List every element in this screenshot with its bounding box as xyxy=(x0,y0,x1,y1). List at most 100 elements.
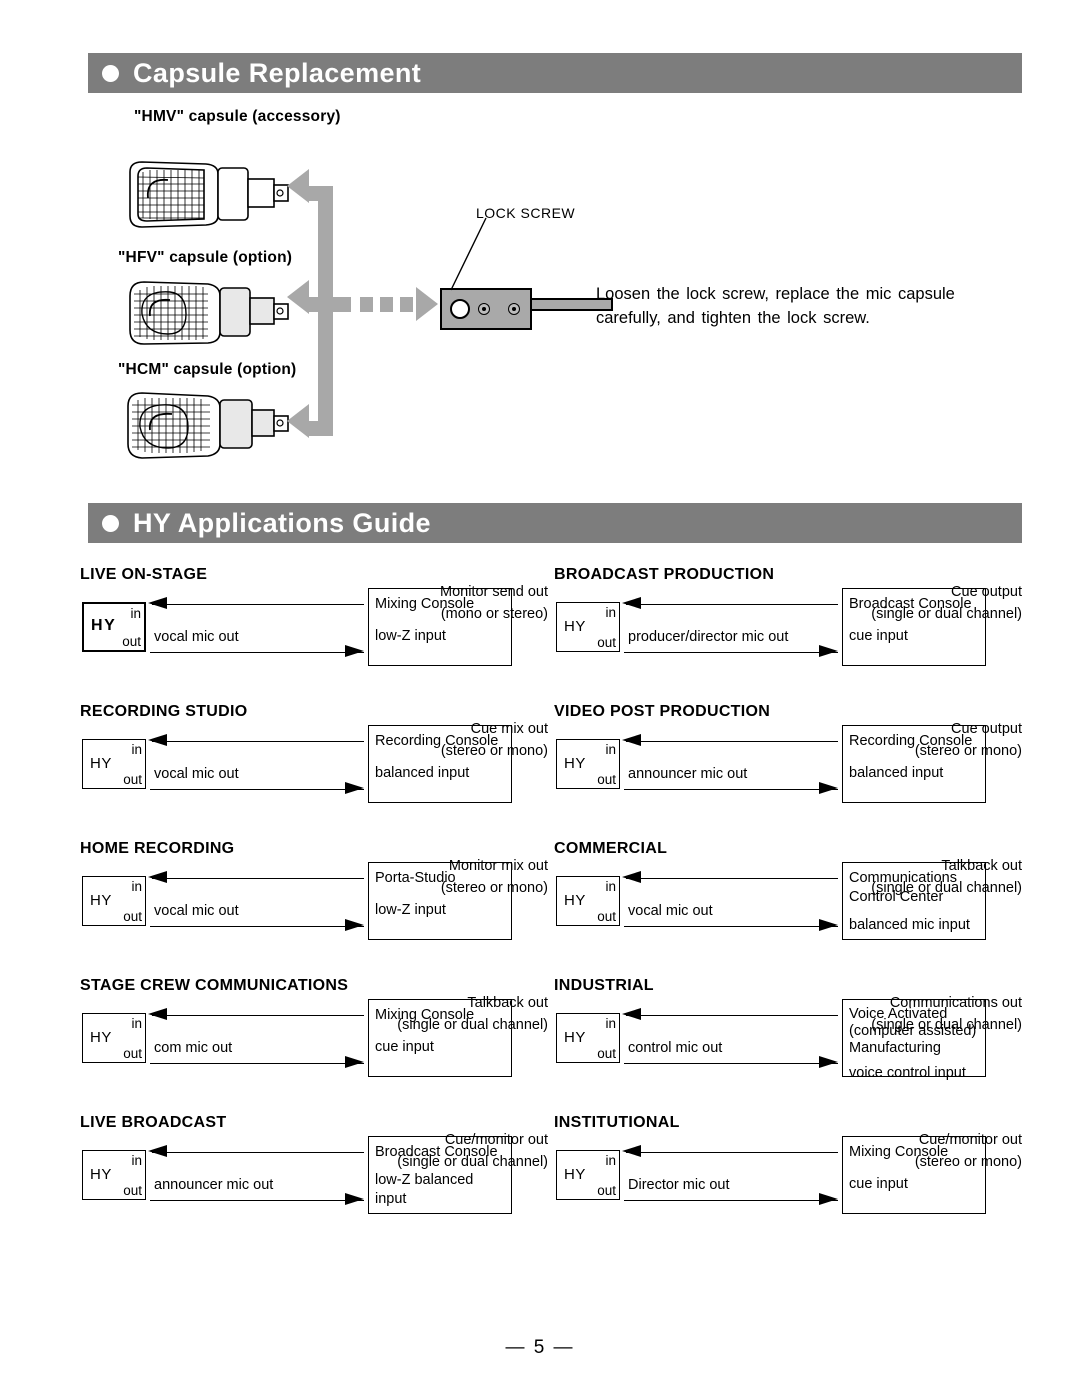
hy-in-port-label: in xyxy=(605,605,616,620)
section-title: HY Applications Guide xyxy=(133,507,431,538)
hy-unit-box: HY in out xyxy=(556,602,620,652)
destination-line: Porta-Studio xyxy=(375,870,456,886)
hy-label: HY xyxy=(90,755,112,772)
hy-label: HY xyxy=(564,892,586,909)
arrowhead-outbound-icon xyxy=(345,782,364,794)
destination-line: Broadcast Console xyxy=(849,596,972,612)
arrow-stub-right xyxy=(333,297,351,312)
arrowhead-to-mic-body-icon xyxy=(416,287,438,321)
application-row: LIVE BROADCAST HY in out Cue/monitor out (sin… xyxy=(0,1114,1080,1251)
arrowhead-inbound-icon xyxy=(148,871,167,883)
arrowhead-to-hfv-icon xyxy=(287,280,309,314)
application-diagram: LIVE ON-STAGE HY in out Monitor send out (mon… xyxy=(80,566,550,703)
destination-line: voice control input xyxy=(849,1065,966,1082)
signal-line-outbound xyxy=(150,1063,364,1064)
hy-out-port-label: out xyxy=(123,1183,142,1198)
destination-line: balanced mic input xyxy=(849,917,970,934)
arrowhead-inbound-icon xyxy=(148,1145,167,1157)
destination-device-box: Voice Activated (computer assisted) Manufa… xyxy=(842,999,986,1081)
capsule-label-hcm: "HCM" capsule (option) xyxy=(118,361,297,378)
hy-in-port-label: in xyxy=(131,1016,142,1031)
application-title: COMMERCIAL xyxy=(554,840,668,857)
application-row: STAGE CREW COMMUNICATIONS HY in out Talkback… xyxy=(0,977,1080,1114)
instruction-text: Loosen the lock screw, replace the mic c… xyxy=(596,285,955,327)
destination-line: low-Z balanced xyxy=(375,1172,474,1189)
hy-in-port-label: in xyxy=(605,742,616,757)
hy-unit-box: HY in out xyxy=(556,1013,620,1063)
destination-line: Voice Activated xyxy=(849,1006,948,1022)
arrowhead-inbound-icon xyxy=(148,734,167,746)
lock-screw-label: LOCK SCREW xyxy=(476,205,576,221)
applications-grid: LIVE ON-STAGE HY in out Monitor send out (mon… xyxy=(0,566,1080,1251)
application-diagram: INDUSTRIAL HY in out Communications out (sing… xyxy=(554,977,1024,1114)
lock-screw-icon xyxy=(450,299,470,319)
capsule-illustration-hfv xyxy=(129,281,289,345)
arrowhead-outbound-icon xyxy=(345,645,364,657)
section-header-hy-applications-guide: HY Applications Guide xyxy=(88,503,1022,543)
application-diagram: RECORDING STUDIO HY in out Cue mix out (stere… xyxy=(80,703,550,840)
arrowhead-inbound-icon xyxy=(622,734,641,746)
application-title: RECORDING STUDIO xyxy=(80,703,248,720)
application-title: VIDEO POST PRODUCTION xyxy=(554,703,771,720)
hy-label: HY xyxy=(564,618,586,635)
destination-line: low-Z input xyxy=(375,902,446,919)
arrow-branch-middle xyxy=(308,297,333,312)
destination-line: Mixing Console xyxy=(375,596,475,612)
hy-out-port-label: out xyxy=(122,634,141,649)
signal-line-outbound xyxy=(624,926,838,927)
signal-line-inbound xyxy=(152,878,364,879)
destination-device-box: Mixing Console low-Z input xyxy=(368,588,512,666)
arrowhead-outbound-icon xyxy=(819,1193,838,1205)
destination-line: Control Center xyxy=(849,889,944,906)
arrow-branch-bottom xyxy=(308,421,333,436)
signal-line-outbound xyxy=(624,652,838,653)
hy-out-port-label: out xyxy=(123,1046,142,1061)
hy-unit-box: HY in out xyxy=(556,1150,620,1200)
hy-in-port-label: in xyxy=(605,1153,616,1168)
signal-line-inbound xyxy=(152,741,364,742)
application-row: RECORDING STUDIO HY in out Cue mix out (stere… xyxy=(0,703,1080,840)
signal-line-inbound xyxy=(626,741,838,742)
bullet-icon xyxy=(102,514,119,532)
hy-out-port-label: out xyxy=(597,909,616,924)
arrowhead-outbound-icon xyxy=(819,919,838,931)
arrowhead-outbound-icon xyxy=(819,645,838,657)
signal-line-inbound xyxy=(626,604,838,605)
screw-icon-2 xyxy=(478,303,490,315)
application-diagram: COMMERCIAL HY in out Talkback out (single or … xyxy=(554,840,1024,977)
destination-line: Mixing Console xyxy=(849,1144,949,1160)
outbound-signal-label: control mic out xyxy=(628,1040,723,1056)
arrowhead-outbound-icon xyxy=(345,919,364,931)
signal-line-inbound xyxy=(152,604,364,605)
signal-line-outbound xyxy=(150,652,364,653)
outbound-signal-label: vocal mic out xyxy=(628,903,713,919)
hy-in-port-label: in xyxy=(131,742,142,757)
hy-label: HY xyxy=(564,1166,586,1183)
arrowhead-inbound-icon xyxy=(622,1145,641,1157)
outbound-signal-label: vocal mic out xyxy=(154,629,239,645)
capsule-illustration-hmv xyxy=(129,161,289,228)
hy-out-port-label: out xyxy=(123,772,142,787)
outbound-signal-label: vocal mic out xyxy=(154,766,239,782)
hy-label: HY xyxy=(90,1029,112,1046)
destination-line: Recording Console xyxy=(849,733,973,749)
signal-line-inbound xyxy=(152,1015,364,1016)
arrow-branch-top xyxy=(308,186,333,201)
signal-line-outbound xyxy=(150,1200,364,1201)
destination-line: Manufacturing xyxy=(849,1039,941,1056)
arrowhead-inbound-icon xyxy=(622,871,641,883)
destination-line: balanced input xyxy=(849,765,944,782)
arrowhead-inbound-icon xyxy=(148,1008,167,1020)
signal-line-outbound xyxy=(150,926,364,927)
application-title: INSTITUTIONAL xyxy=(554,1114,680,1131)
application-diagram: BROADCAST PRODUCTION HY in out Cue output (si… xyxy=(554,566,1024,703)
application-title: INDUSTRIAL xyxy=(554,977,654,994)
arrowhead-inbound-icon xyxy=(622,597,641,609)
hy-out-port-label: out xyxy=(597,635,616,650)
hy-unit-box: HY in out xyxy=(82,1013,146,1063)
application-diagram: VIDEO POST PRODUCTION HY in out Cue output (s… xyxy=(554,703,1024,840)
destination-line: input xyxy=(375,1191,407,1208)
application-diagram: LIVE BROADCAST HY in out Cue/monitor out (sin… xyxy=(80,1114,550,1251)
hy-out-port-label: out xyxy=(597,772,616,787)
destination-device-box: Recording Console balanced input xyxy=(368,725,512,803)
